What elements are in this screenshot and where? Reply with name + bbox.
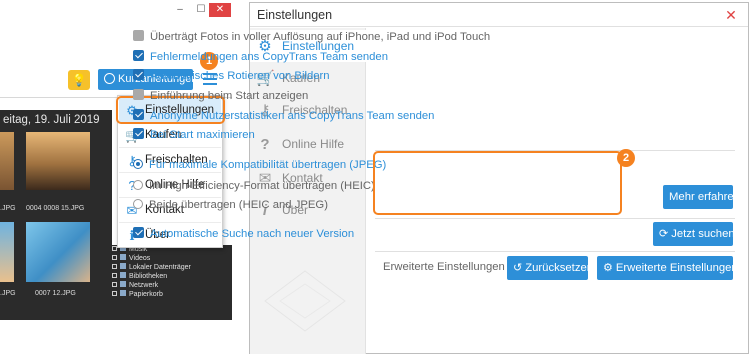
checkbox-checked[interactable] bbox=[133, 128, 144, 139]
tree-item[interactable]: Videos bbox=[112, 254, 232, 263]
radio-heic[interactable]: Im High-Efficiency-Format übertragen (HE… bbox=[133, 178, 375, 194]
radio-jpeg[interactable]: Für maximale Kompatibilität übertragen (… bbox=[133, 157, 386, 173]
drive-icon bbox=[120, 263, 126, 269]
step-badge: 2 bbox=[617, 149, 635, 167]
option-maximize-on-start[interactable]: Bei Start maximieren bbox=[133, 127, 255, 143]
radio-unselected[interactable] bbox=[133, 180, 143, 190]
decorative-pattern bbox=[264, 270, 346, 332]
option-anonymous-stats[interactable]: Anonyme Nutzerstatistiken ans CopyTrans … bbox=[133, 108, 434, 124]
thumbnail-caption: .JPG bbox=[0, 205, 16, 212]
checkbox-checked[interactable] bbox=[133, 69, 144, 80]
checkbox-checked[interactable] bbox=[133, 109, 144, 120]
checkbox-checked[interactable] bbox=[133, 227, 144, 238]
folder-tree: Musik Videos Lokaler Datenträger Bibliot… bbox=[112, 245, 232, 320]
check-now-button[interactable]: ⟳ Jetzt suchen bbox=[653, 222, 735, 246]
library-icon bbox=[120, 272, 126, 278]
tree-item[interactable]: Lokaler Datenträger bbox=[112, 263, 232, 272]
photo-thumbnail[interactable] bbox=[0, 132, 14, 190]
undo-icon: ↺ bbox=[513, 262, 523, 274]
thumbnail-caption: 0004 0008 15.JPG bbox=[26, 205, 85, 212]
gear-icon: ⚙ bbox=[603, 262, 613, 274]
radio-unselected[interactable] bbox=[133, 199, 143, 209]
option-show-intro[interactable]: Einführung beim Start anzeigen bbox=[133, 88, 308, 104]
option-auto-update[interactable]: Automatische Suche nach neuer Version bbox=[133, 226, 354, 242]
photo-grid: eitag, 19. Juli 2019 .JPG 0004 0008 15.J… bbox=[0, 110, 112, 320]
tree-item[interactable]: Bibliotheken bbox=[112, 272, 232, 281]
close-window-button[interactable]: ✕ bbox=[209, 3, 231, 17]
radio-selected[interactable] bbox=[133, 159, 143, 169]
section-divider bbox=[375, 218, 735, 219]
sidebar-item-online-hilfe[interactable]: ? Online Hilfe bbox=[250, 128, 366, 160]
photo-date-header: eitag, 19. Juli 2019 bbox=[3, 114, 100, 126]
checkbox-checked[interactable] bbox=[133, 50, 144, 61]
tree-item[interactable]: Papierkorb bbox=[112, 290, 232, 299]
minimize-button[interactable]: – bbox=[170, 3, 190, 17]
option-full-resolution[interactable]: Überträgt Fotos in voller Auflösung auf … bbox=[133, 29, 490, 45]
maximize-button[interactable]: ☐ bbox=[191, 3, 211, 17]
photo-thumbnail[interactable] bbox=[26, 222, 90, 282]
folder-icon bbox=[120, 254, 126, 260]
lightbulb-icon: 💡 bbox=[71, 73, 87, 87]
close-icon[interactable]: ✕ bbox=[722, 6, 740, 24]
globe-icon bbox=[104, 73, 115, 84]
network-icon bbox=[120, 281, 126, 287]
reset-button[interactable]: ↺ Zurücksetzen bbox=[507, 256, 593, 280]
radio-both[interactable]: Beide übertragen (HEIC and JPEG) bbox=[133, 197, 328, 213]
learn-more-button[interactable]: Mehr erfahren bbox=[663, 185, 740, 209]
section-divider bbox=[375, 251, 735, 252]
option-auto-rotate[interactable]: Automatisches Rotieren von Bildern bbox=[133, 68, 330, 84]
thumbnail-caption: 0007 12.JPG bbox=[35, 290, 76, 297]
checkbox-unchecked[interactable] bbox=[133, 89, 144, 100]
photo-thumbnail[interactable] bbox=[26, 132, 90, 190]
advanced-settings-label: Erweiterte Einstellungen bbox=[383, 261, 505, 273]
highlight-frame bbox=[373, 151, 622, 215]
advanced-settings-button[interactable]: ⚙ Erweiterte Einstellungen... bbox=[597, 256, 747, 280]
dialog-title: Einstellungen bbox=[250, 3, 748, 27]
photo-thumbnail[interactable] bbox=[0, 222, 14, 282]
refresh-icon: ⟳ bbox=[659, 228, 669, 240]
thumbnail-caption: .JPG bbox=[0, 290, 16, 297]
question-icon: ? bbox=[260, 136, 270, 153]
tree-item[interactable]: Netzwerk bbox=[112, 281, 232, 290]
checkbox-unchecked[interactable] bbox=[133, 30, 144, 41]
recycle-bin-icon bbox=[120, 290, 126, 296]
tips-button[interactable]: 💡 bbox=[68, 70, 90, 90]
option-send-errors[interactable]: Fehlermeldungen ans CopyTrans Team sende… bbox=[133, 49, 388, 65]
